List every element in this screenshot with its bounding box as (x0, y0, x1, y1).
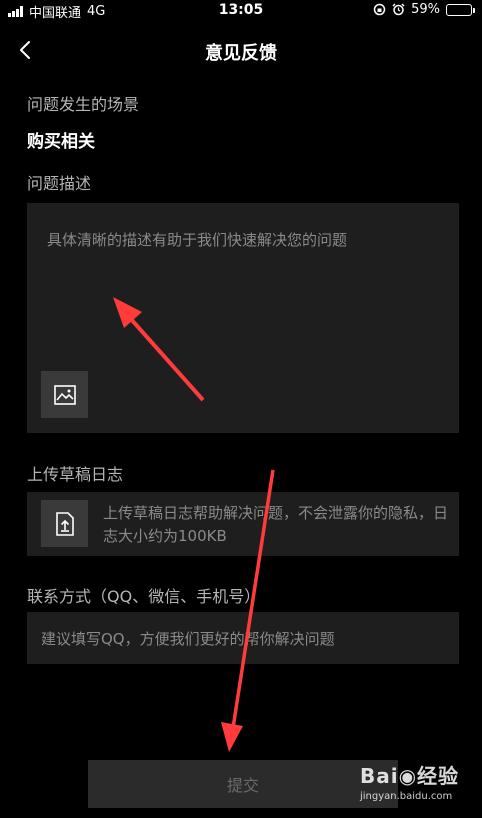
upload-icon (55, 511, 74, 536)
upload-description: 上传草稿日志帮助解决问题，不会泄露你的隐私，日志大小约为100KB (103, 504, 449, 545)
status-bar: 中国联通 4G 13:05 59% (0, 0, 482, 21)
battery-icon (446, 3, 475, 16)
image-icon (53, 384, 76, 405)
contact-placeholder: 建议填写QQ，方便我们更好的帮你解决问题 (41, 630, 335, 648)
contact-label: 联系方式（QQ、微信、手机号） (27, 587, 261, 606)
baidu-watermark: Bai◉经验 jingyan.baidu.com (360, 760, 462, 806)
description-placeholder: 具体清晰的描述有助于我们快速解决您的问题 (47, 231, 348, 249)
battery-percent: 59% (411, 2, 440, 17)
scene-value[interactable]: 购买相关 (27, 127, 95, 152)
alarm-icon (392, 3, 405, 16)
submit-button[interactable]: 提交 (88, 760, 398, 808)
contact-input[interactable]: 建议填写QQ，方便我们更好的帮你解决问题 (27, 612, 459, 664)
scene-label: 问题发生的场景 (27, 95, 140, 114)
description-label: 问题描述 (27, 174, 92, 193)
rotation-lock-icon (373, 3, 386, 16)
upload-label: 上传草稿日志 (27, 465, 124, 484)
add-image-button[interactable] (41, 371, 88, 418)
page-title: 意见反馈 (205, 43, 277, 64)
status-right: 59% (373, 2, 475, 17)
upload-log-button[interactable] (41, 500, 88, 547)
watermark-logo: Bai◉经验 (360, 764, 460, 788)
description-input[interactable]: 具体清晰的描述有助于我们快速解决您的问题 (27, 203, 459, 433)
nav-bar: 意见反馈 (0, 28, 482, 74)
watermark-url: jingyan.baidu.com (360, 791, 453, 802)
upload-log-row[interactable]: 上传草稿日志帮助解决问题，不会泄露你的隐私，日志大小约为100KB (27, 492, 459, 556)
